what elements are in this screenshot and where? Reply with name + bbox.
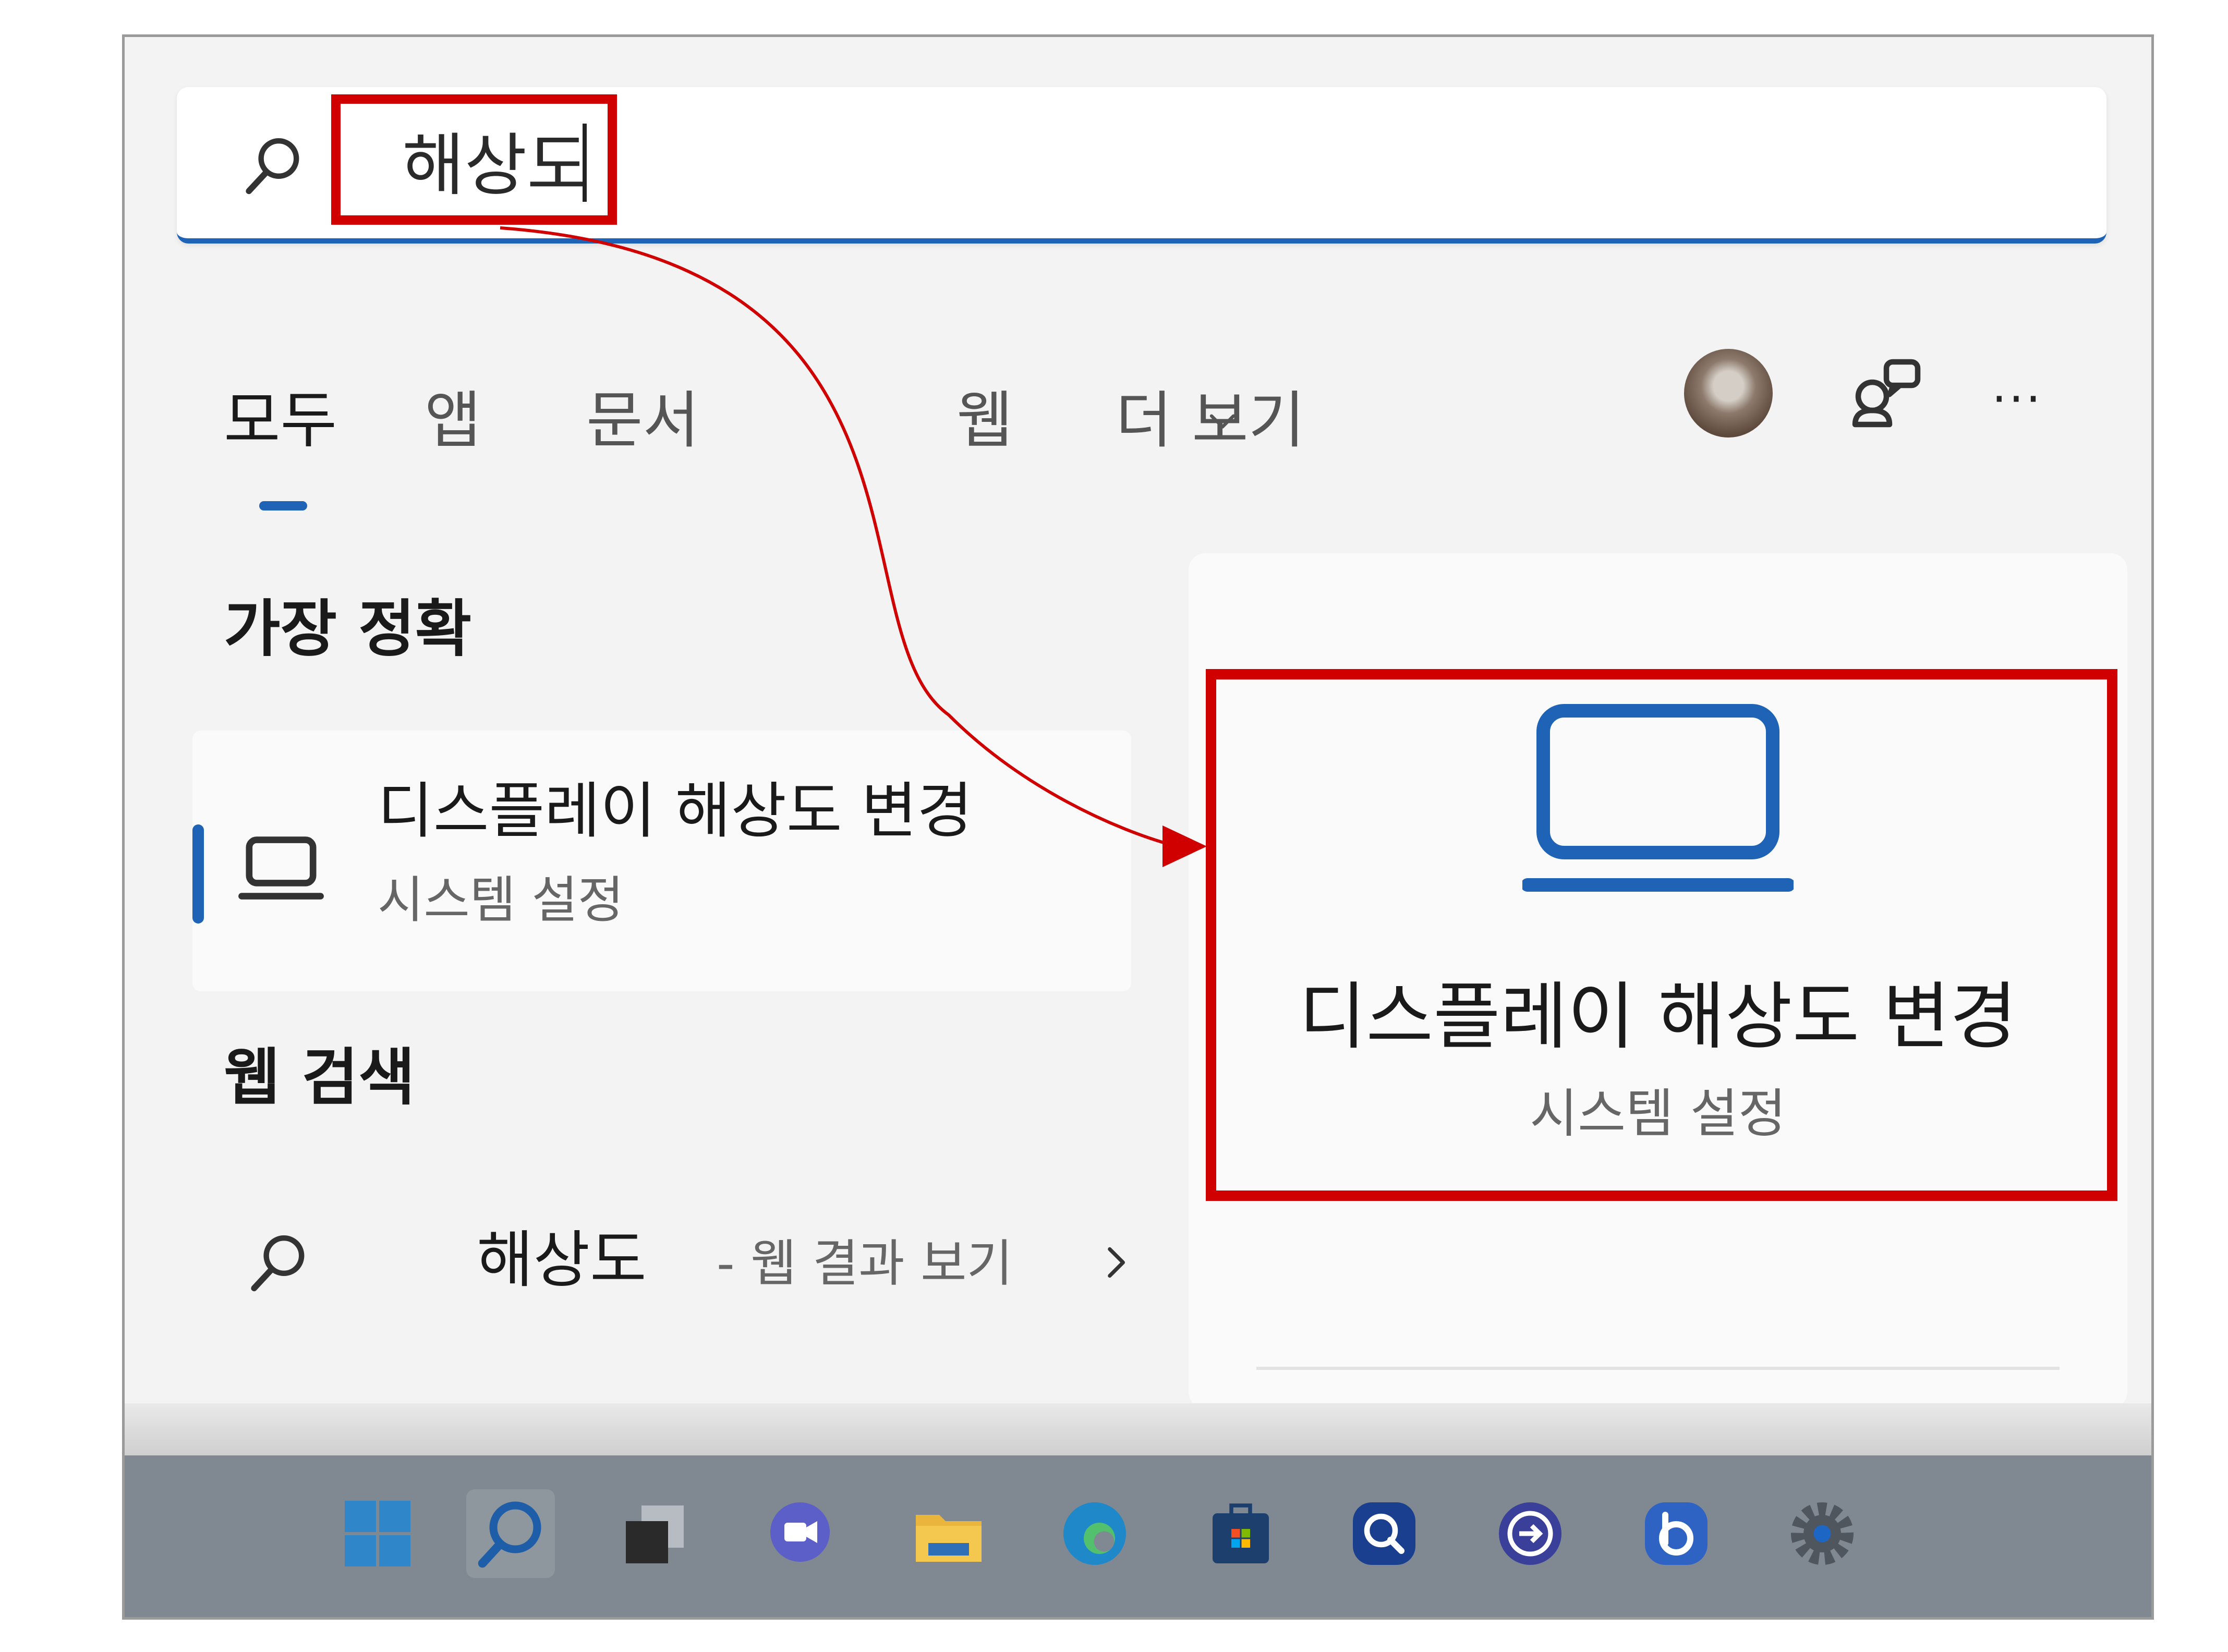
quick-assist-button[interactable] [1340, 1489, 1428, 1578]
screenshot-frame: 해상도 모두 앱 문서 웹 더 보기 ··· 가장 정확 디스플레이 해상도 변… [122, 34, 2154, 1620]
best-match-heading: 가장 정확 [224, 593, 472, 665]
folder-icon [916, 1515, 982, 1562]
detail-divider [1256, 1367, 2060, 1370]
chat-button[interactable] [756, 1489, 844, 1578]
active-tab-indicator [259, 501, 307, 511]
feedback-icon[interactable] [1846, 353, 1924, 431]
bing-button[interactable] [1632, 1489, 1721, 1578]
start-search-panel: 해상도 모두 앱 문서 웹 더 보기 ··· 가장 정확 디스플레이 해상도 변… [125, 37, 2151, 1408]
tab-apps[interactable]: 앱 [425, 381, 481, 459]
store-button[interactable] [1196, 1489, 1285, 1578]
switch-app-button[interactable] [1486, 1489, 1575, 1578]
selection-indicator [192, 824, 204, 924]
task-view-button[interactable] [610, 1489, 698, 1578]
result-highlight-box [1206, 669, 2117, 1201]
web-search-item[interactable]: 해상도 - 웹 결과 보기 [192, 1184, 1183, 1320]
edge-icon [1063, 1502, 1126, 1565]
web-search-heading: 웹 검색 [224, 1041, 415, 1113]
search-icon [246, 138, 299, 195]
web-search-suffix: - 웹 결과 보기 [717, 1234, 1013, 1293]
store-icon [1213, 1503, 1269, 1563]
windows-start-icon [345, 1501, 410, 1566]
avatar[interactable] [1684, 349, 1773, 438]
chevron-down-icon[interactable] [1204, 402, 1241, 439]
file-explorer-button[interactable] [904, 1489, 993, 1578]
filter-tabs: 모두 앱 문서 웹 더 보기 [224, 381, 1423, 485]
edge-button[interactable] [1050, 1489, 1139, 1578]
settings-button[interactable] [1778, 1489, 1867, 1578]
tab-all[interactable]: 모두 [224, 381, 337, 459]
query-highlight-box [331, 94, 617, 225]
more-options-button[interactable]: ··· [1992, 376, 2043, 423]
bing-icon [1645, 1502, 1708, 1565]
web-search-query: 해상도 [477, 1224, 647, 1296]
quick-assist-icon [1353, 1502, 1415, 1565]
start-button[interactable] [333, 1489, 422, 1578]
task-view-icon [626, 1505, 684, 1563]
tab-web[interactable]: 웹 [956, 381, 1013, 459]
switch-app-icon [1499, 1502, 1561, 1565]
chat-icon [770, 1502, 830, 1562]
best-match-item[interactable]: 디스플레이 해상도 변경 시스템 설정 [192, 731, 1131, 991]
best-match-title: 디스플레이 해상도 변경 [378, 776, 973, 846]
search-icon [478, 1501, 541, 1568]
gear-icon [1791, 1502, 1854, 1565]
search-icon [251, 1235, 305, 1292]
taskbar-search-button[interactable] [466, 1489, 555, 1578]
tab-documents[interactable]: 문서 [586, 381, 699, 459]
best-match-subtitle: 시스템 설정 [378, 871, 624, 929]
taskbar [125, 1455, 2151, 1617]
taskbar-shadow [125, 1403, 2151, 1455]
chevron-right-icon[interactable] [1095, 1242, 1136, 1283]
laptop-icon [238, 836, 324, 900]
